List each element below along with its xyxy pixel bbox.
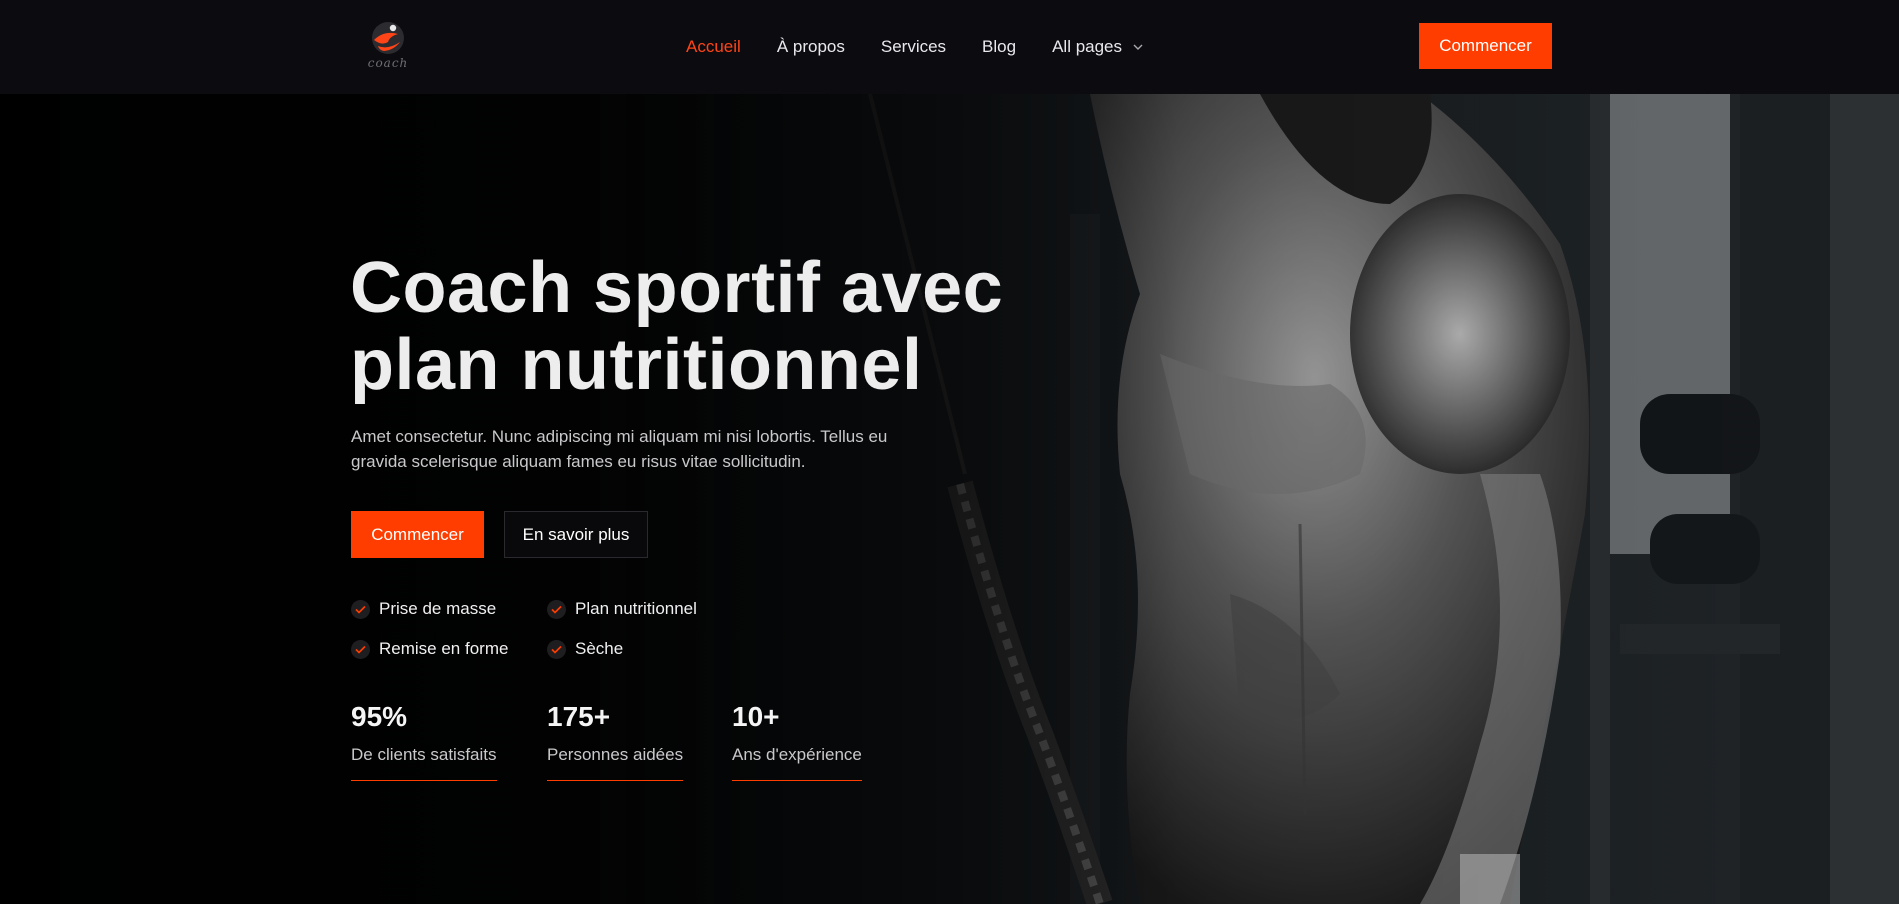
stat-value: 95% <box>351 701 408 732</box>
hero-title-line-2: plan nutritionnel <box>350 325 923 405</box>
feature-label: Remise en forme <box>379 639 509 658</box>
chevron-down-icon <box>1133 44 1143 50</box>
hero-start-button[interactable]: Commencer <box>351 511 484 558</box>
nav-dropdown-all-pages[interactable]: All pages <box>1052 37 1144 57</box>
feature-item: Prise de masse <box>351 599 496 619</box>
feature-item: Sèche <box>547 639 623 659</box>
check-icon <box>547 599 566 619</box>
nav-link-accueil[interactable]: Accueil <box>686 37 741 57</box>
check-icon <box>351 599 370 619</box>
hero-title-line-1: Coach sportif avec <box>350 248 1004 328</box>
header-start-button[interactable]: Commencer <box>1419 23 1552 69</box>
stat-satisfied-clients: 95% De clients satisfaits <box>351 700 497 781</box>
stat-value: 10+ <box>732 701 780 732</box>
hero-dark-overlay <box>0 94 1899 904</box>
feature-label: Plan nutritionnel <box>575 599 697 618</box>
feature-item: Remise en forme <box>351 639 508 659</box>
navbar: coach Accueil À propos Services Blog All… <box>0 0 1899 94</box>
hero-section <box>0 94 1899 904</box>
hero-subtitle: Amet consectetur. Nunc adipiscing mi ali… <box>351 427 888 471</box>
check-icon <box>351 639 370 659</box>
stat-value: 175+ <box>547 701 611 732</box>
stat-years-experience: 10+ Ans d'expérience <box>732 700 862 781</box>
feature-label: Prise de masse <box>379 599 497 618</box>
nav-link-services[interactable]: Services <box>881 37 946 57</box>
stat-label: De clients satisfaits <box>351 744 497 781</box>
hero-title: Coach sportif avec plan nutritionnel <box>350 250 1050 404</box>
feature-label: Sèche <box>575 639 624 658</box>
nav-link-a-propos[interactable]: À propos <box>777 37 845 57</box>
learn-more-button[interactable]: En savoir plus <box>504 511 648 558</box>
check-icon <box>547 639 566 659</box>
stat-people-helped: 175+ Personnes aidées <box>547 700 684 781</box>
nav-link-blog[interactable]: Blog <box>982 37 1016 57</box>
main-nav: Accueil À propos Services Blog All pages <box>686 0 1180 94</box>
coach-logo-icon <box>372 22 404 54</box>
stat-label: Ans d'expérience <box>732 744 862 781</box>
nav-link-all-pages-label: All pages <box>1052 37 1123 56</box>
coach-logo[interactable]: coach <box>360 20 416 72</box>
feature-item: Plan nutritionnel <box>547 599 697 619</box>
stat-label: Personnes aidées <box>547 744 684 781</box>
logo-text: coach <box>367 56 409 70</box>
